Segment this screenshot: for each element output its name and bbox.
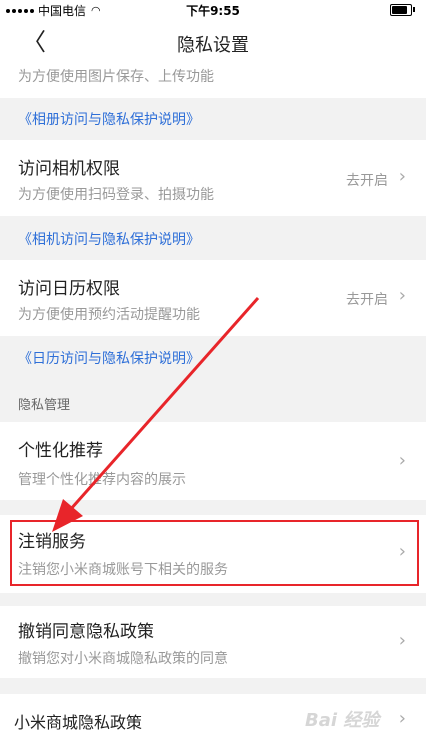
arrow-head bbox=[52, 499, 83, 532]
annotation-arrow bbox=[52, 297, 260, 532]
arrow-shaft bbox=[68, 297, 260, 511]
watermark: Bai 经验 bbox=[305, 710, 380, 731]
